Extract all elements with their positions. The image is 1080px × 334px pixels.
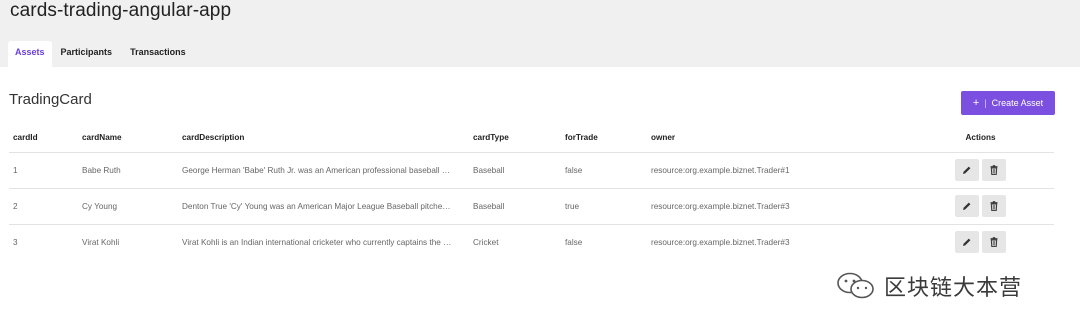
cell-cardid: 2 [9,187,78,224]
cell-fortrade: true [561,187,647,224]
trash-icon [990,237,998,248]
trash-icon [990,165,998,175]
edit-button[interactable] [954,195,979,217]
cell-owner: resource:org.example.biznet.Trader#3 [647,223,907,260]
create-asset-label: Create Asset [991,98,1044,108]
button-separator: | [984,98,987,108]
cell-actions [907,151,1054,188]
cell-cardid: 1 [9,151,78,188]
table-row: 2 Cy Young Denton True 'Cy' Young was an… [9,187,1054,224]
tab-assets[interactable]: Assets [8,41,52,67]
assets-table: cardId cardName cardDescription cardType… [9,124,1054,260]
header-owner[interactable]: owner [647,124,907,152]
cell-fortrade: false [561,151,647,188]
wechat-icon [837,272,874,299]
cell-cardname: Cy Young [78,187,178,224]
table-row: 1 Babe Ruth George Herman 'Babe' Ruth Jr… [9,151,1054,188]
delete-button[interactable] [982,159,1007,181]
cell-actions [907,187,1054,224]
tab-participants[interactable]: Participants [52,41,122,67]
header-cardid[interactable]: cardId [9,124,78,152]
cell-cardname: Babe Ruth [78,151,178,188]
cell-cardid: 3 [9,223,78,260]
plus-icon: + [972,97,980,109]
header-cardtype[interactable]: cardType [469,124,561,152]
section-title: TradingCard [9,91,92,108]
cell-owner: resource:org.example.biznet.Trader#1 [647,151,907,188]
tab-bar: Assets Participants Transactions [8,41,195,67]
pencil-icon [962,166,971,174]
header-actions: Actions [965,133,996,143]
cell-cardtype: Cricket [469,223,561,260]
watermark: 区块链大本营 [836,270,1022,302]
delete-button[interactable] [982,195,1007,217]
pencil-icon [962,238,971,247]
edit-button[interactable] [954,159,979,181]
tab-transactions[interactable]: Transactions [121,41,195,67]
header-fortrade[interactable]: forTrade [561,124,647,152]
cell-carddescription: Denton True 'Cy' Young was an American M… [178,187,469,224]
cell-fortrade: false [561,223,647,260]
cell-owner: resource:org.example.biznet.Trader#3 [647,187,907,224]
table-row: 3 Virat Kohli Virat Kohli is an Indian i… [9,223,1054,260]
edit-button[interactable] [954,231,979,254]
cell-carddescription: George Herman 'Babe' Ruth Jr. was an Ame… [178,151,469,188]
pencil-icon [962,202,971,210]
watermark-text: 区块链大本营 [884,275,1023,300]
trash-icon [990,201,998,211]
cell-cardname: Virat Kohli [78,223,178,260]
table-header-row: cardId cardName cardDescription cardType… [9,124,1054,152]
cell-cardtype: Baseball [469,187,561,224]
header-carddescription[interactable]: cardDescription [178,124,469,152]
delete-button[interactable] [982,231,1007,254]
cell-carddescription: Virat Kohli is an Indian international c… [178,223,469,260]
app-title: cards-trading-angular-app [10,0,232,21]
create-asset-button[interactable]: + | Create Asset [961,91,1055,115]
cell-actions [907,223,1054,260]
cell-cardtype: Baseball [469,151,561,188]
header-cardname[interactable]: cardName [78,124,178,152]
top-bar: cards-trading-angular-app Assets Partici… [0,0,1080,67]
